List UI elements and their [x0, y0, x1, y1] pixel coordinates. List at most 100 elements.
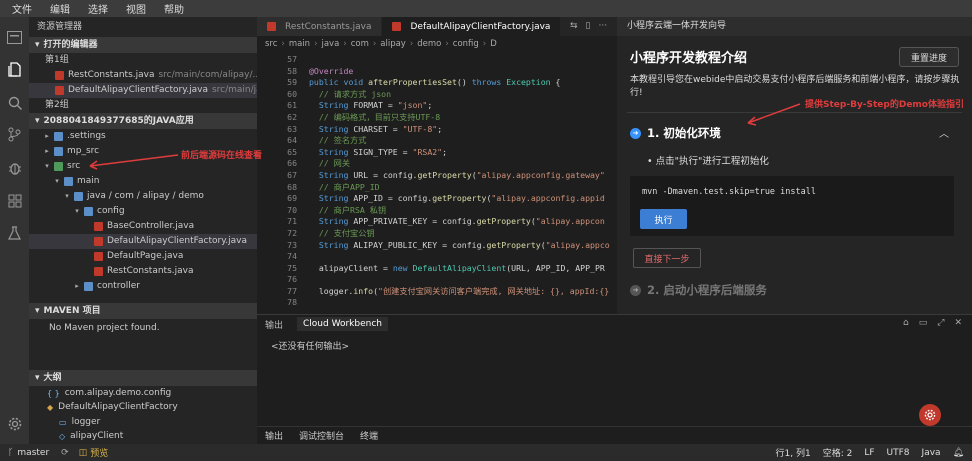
tree-item[interactable]: BaseController.java — [29, 219, 257, 234]
run-button[interactable]: 执行 — [640, 209, 687, 229]
tree-item[interactable]: ▾ main — [29, 174, 257, 189]
source-control-icon[interactable] — [6, 126, 23, 143]
output-tab[interactable]: 输出 — [265, 318, 283, 331]
java-file-icon — [392, 22, 402, 31]
code-line: 61 String FORMAT = "json"; — [257, 100, 617, 112]
output-tabs: 输出 Cloud Workbench ⌂ ▭ ⤢ ✕ — [257, 315, 972, 333]
project-header[interactable]: ▾ 2088041849377685的JAVA应用 — [29, 113, 257, 129]
editor-tab[interactable]: DefaultAlipayClientFactory.java — [382, 17, 562, 36]
debug-icon[interactable] — [6, 159, 23, 176]
open-editor-item[interactable]: RestConstants.java src/main/com/alipay/..… — [29, 68, 257, 83]
group2-label: 第2组 — [45, 100, 69, 110]
bell-icon[interactable]: 🔔︎ — [953, 448, 964, 458]
clear-icon[interactable]: ▭ — [919, 318, 928, 328]
cloud-workbench-tab[interactable]: Cloud Workbench — [297, 317, 388, 331]
command-box: mvn -Dmaven.test.skip=true install 执行 — [630, 176, 954, 236]
cursor-position[interactable]: 行1, 列1 — [776, 446, 811, 459]
code-text: // 支付宝公钥 — [318, 227, 375, 238]
skip-step-button[interactable]: 直接下一步 — [633, 248, 701, 268]
settings-fab-icon[interactable] — [919, 404, 941, 426]
tree-item-label: DefaultPage.java — [107, 251, 184, 261]
search-icon[interactable] — [6, 94, 23, 111]
line-ending[interactable]: LF — [864, 448, 874, 458]
breadcrumb-item[interactable]: D — [490, 39, 497, 49]
code-editor[interactable]: 57 58 @Override 59 public void afterProperti… — [257, 54, 617, 314]
tree-item-label: .settings — [67, 131, 106, 141]
layout-icon[interactable]: ▯ — [586, 21, 591, 31]
tree-item[interactable]: RestConstants.java — [29, 264, 257, 279]
bottom-tab[interactable]: 输出 — [265, 429, 283, 442]
java-file-icon — [94, 267, 103, 276]
chevron-right-icon: › — [314, 39, 318, 49]
branch-indicator[interactable]: ᚴ master — [8, 448, 49, 458]
outline-item[interactable]: ◆ DefaultAlipayClientFactory — [29, 401, 257, 416]
language-mode[interactable]: Java — [922, 448, 941, 458]
line-number: 65 — [287, 146, 297, 157]
tree-item[interactable]: ▾ java / com / alipay / demo — [29, 189, 257, 204]
more-icon[interactable]: ··· — [599, 21, 608, 31]
menu-item[interactable]: 编辑 — [50, 1, 70, 16]
guide-heading: 小程序开发教程介绍 — [630, 51, 748, 66]
tree-item[interactable]: ▸ controller — [29, 279, 257, 294]
bottom-tab[interactable]: 调试控制台 — [299, 429, 344, 442]
menu-item[interactable]: 帮助 — [164, 1, 184, 16]
tree-item-label: controller — [97, 281, 140, 291]
maven-title: MAVEN 项目 — [43, 306, 101, 316]
outline-label: com.alipay.demo.config — [64, 387, 172, 398]
editor-tab[interactable]: RestConstants.java — [257, 17, 383, 36]
outline-item[interactable]: { } com.alipay.demo.config — [29, 386, 257, 401]
folder-icon — [74, 192, 83, 201]
open-editors-header[interactable]: ▾ 打开的编辑器 — [29, 37, 257, 53]
chevron-up-icon[interactable]: ︿ — [939, 125, 949, 140]
breadcrumb-item[interactable]: src — [265, 39, 277, 49]
explorer-icon[interactable] — [6, 61, 23, 78]
step-arrow-icon: ➜ — [630, 127, 641, 139]
ide-logo-icon[interactable] — [6, 29, 23, 46]
close-icon[interactable]: ✕ — [954, 318, 962, 328]
chevron-right-icon: › — [281, 39, 285, 49]
menu-item[interactable]: 选择 — [88, 1, 108, 16]
encoding[interactable]: UTF8 — [887, 448, 910, 458]
outline-label: alipayClient — [70, 431, 124, 442]
bottom-tab[interactable]: 终端 — [360, 429, 378, 442]
open-editor-item[interactable]: DefaultAlipayClientFactory.java src/main/… — [29, 83, 257, 98]
maven-header[interactable]: ▾ MAVEN 项目 — [29, 303, 257, 319]
menu-item[interactable]: 视图 — [126, 1, 146, 16]
guide-panel: 小程序云端一体开发向导 小程序开发教程介绍 重置进度 本教程引导您在webide… — [617, 17, 972, 314]
line-number: 71 — [287, 216, 297, 227]
tree-item[interactable]: DefaultPage.java — [29, 249, 257, 264]
code-text: // 网关 — [318, 158, 351, 169]
tree-item[interactable]: ▾ config — [29, 204, 257, 219]
menu-item[interactable]: 文件 — [12, 1, 32, 16]
outline-item[interactable]: ▭ logger — [29, 415, 257, 430]
split-editor-icon[interactable]: ⇆ — [570, 21, 578, 31]
line-number: 68 — [287, 181, 297, 192]
reset-progress-button[interactable]: 重置进度 — [899, 47, 959, 67]
breadcrumb-item[interactable]: com — [351, 39, 369, 49]
breadcrumb-item[interactable]: java — [321, 39, 339, 49]
breadcrumb-item[interactable]: alipay — [380, 39, 406, 49]
bottom-panel-tabs: 输出 调试控制台 终端 — [257, 426, 972, 444]
step2-header[interactable]: ➜ 2. 启动小程序后端服务 — [630, 282, 767, 298]
maximize-icon[interactable]: ⤢ — [937, 318, 944, 328]
indent-setting[interactable]: 空格: 2 — [823, 446, 853, 459]
breadcrumb-item[interactable]: main — [289, 39, 310, 49]
code-line: 66 // 网关 — [257, 158, 617, 170]
tree-item[interactable]: ▾ src — [29, 159, 257, 174]
preview-button[interactable]: ◫ 预览 — [79, 446, 109, 460]
sync-icon[interactable]: ⟳ — [61, 448, 69, 458]
settings-gear-icon[interactable] — [6, 415, 23, 432]
step1-header[interactable]: ➜ 1. 初始化环境 — [630, 125, 721, 141]
lock-icon[interactable]: ⌂ — [903, 318, 909, 328]
outline-header[interactable]: ▾ 大纲 — [29, 370, 257, 386]
line-number: 78 — [287, 297, 297, 308]
step2-title: 2. 启动小程序后端服务 — [647, 283, 767, 297]
breadcrumb-item[interactable]: demo — [417, 39, 441, 49]
extensions-icon[interactable] — [6, 192, 23, 209]
test-flask-icon[interactable] — [6, 224, 23, 241]
breadcrumb-item[interactable]: config — [453, 39, 479, 49]
preview-label: 预览 — [90, 449, 109, 459]
outline-item[interactable]: ◇ alipayClient — [29, 430, 257, 445]
tree-item[interactable]: DefaultAlipayClientFactory.java — [29, 234, 257, 249]
tree-item[interactable]: ▸ .settings — [29, 129, 257, 144]
